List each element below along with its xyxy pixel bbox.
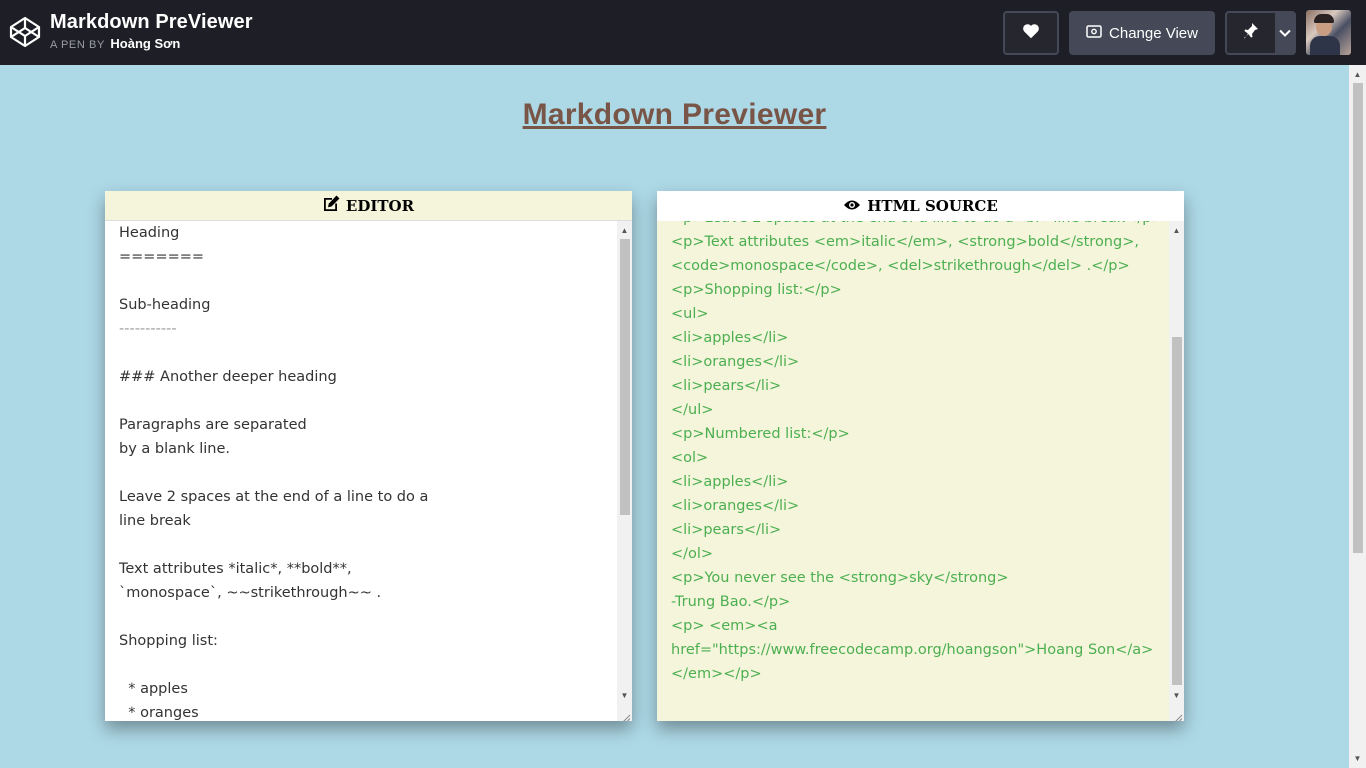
text-line: * oranges <box>119 705 199 721</box>
editor-scroll-thumb[interactable] <box>620 239 630 515</box>
byline-prefix: A PEN BY <box>50 39 105 51</box>
text-line: <li>oranges</li> <box>671 498 800 514</box>
codepen-logo-icon[interactable] <box>9 16 41 48</box>
text-line: * apples <box>119 681 188 697</box>
text-line: <p>You never see the <strong>sky</strong… <box>671 570 1009 586</box>
page-scrollbar[interactable]: ▲ ▼ <box>1349 65 1366 768</box>
text-line: ### Another deeper heading <box>119 369 337 385</box>
text-line: by a blank line. <box>119 441 230 457</box>
text-line: line break <box>119 513 191 529</box>
scroll-down-arrow-icon[interactable]: ▼ <box>617 688 632 703</box>
chevron-down-icon <box>1278 24 1291 42</box>
text-line: Shopping list: <box>119 633 218 649</box>
change-view-button[interactable]: Change View <box>1069 11 1215 55</box>
preview-scroll-thumb[interactable] <box>1172 337 1182 685</box>
preview-textarea[interactable]: <p>Leave 2 spaces at the end of a line t… <box>657 221 1184 721</box>
preview-panel: HTML SOURCE <p>Leave 2 spaces at the end… <box>657 191 1184 721</box>
text-line: </ol> <box>671 546 714 562</box>
scroll-down-arrow-icon[interactable]: ▼ <box>1169 688 1184 703</box>
text-line <box>119 653 612 677</box>
avatar[interactable] <box>1306 10 1351 55</box>
author-link[interactable]: Hoàng Sơn <box>110 36 180 51</box>
editor-textarea[interactable]: Heading ======= Sub-heading ----------- ### … <box>105 221 632 721</box>
heart-icon <box>1022 23 1040 44</box>
page-title: Markdown Previewer <box>522 98 827 131</box>
editor-header: EDITOR <box>105 191 632 221</box>
text-line <box>119 605 612 629</box>
text-line: </em></p> <box>671 666 762 682</box>
pin-dropdown-button[interactable] <box>1275 13 1294 53</box>
text-line: <li>apples</li> <box>671 474 789 490</box>
text-line: <p>Numbered list:</p> <box>671 426 850 442</box>
text-line: Paragraphs are separated <box>119 417 307 433</box>
text-line: <li>oranges</li> <box>671 354 800 370</box>
preview-header: HTML SOURCE <box>657 191 1184 221</box>
text-line: Leave 2 spaces at the end of a line to d… <box>119 489 429 505</box>
text-line: href="https://www.freecodecamp.org/hoang… <box>671 642 1154 658</box>
pin-button-group <box>1225 11 1296 55</box>
scroll-down-arrow-icon[interactable]: ▼ <box>1349 751 1366 766</box>
edit-icon <box>323 191 340 221</box>
text-line: <li>pears</li> <box>671 378 782 394</box>
text-line: Heading <box>119 225 180 241</box>
pin-button[interactable] <box>1227 13 1275 53</box>
preview-text: <p>Leave 2 spaces at the end of a line t… <box>671 221 1164 686</box>
text-line: Text attributes *italic*, **bold**, <box>119 561 352 577</box>
text-line: ======= <box>119 249 205 265</box>
app-title: Markdown PreViewer <box>50 11 253 33</box>
preview-header-label: HTML SOURCE <box>867 197 998 215</box>
pin-icon <box>1243 22 1259 45</box>
heart-button[interactable] <box>1003 11 1059 55</box>
text-line: <p>Text attributes <em>italic</em>, <str… <box>671 234 1139 250</box>
text-line <box>119 341 612 365</box>
text-line: </ul> <box>671 402 714 418</box>
text-line: <li>pears</li> <box>671 522 782 538</box>
codepen-header: Markdown PreViewer A PEN BY Hoàng Sơn Ch… <box>0 0 1366 65</box>
scroll-up-arrow-icon[interactable]: ▲ <box>1349 67 1366 82</box>
editor-scrollbar[interactable]: ▲ ▼ <box>617 221 632 721</box>
text-line <box>119 533 612 557</box>
text-line <box>119 389 612 413</box>
text-line <box>119 461 612 485</box>
text-line: ----------- <box>119 321 177 337</box>
editor-panel: EDITOR Heading ======= Sub-heading --------… <box>105 191 632 721</box>
change-view-icon <box>1086 24 1102 42</box>
text-line: <p>Leave 2 spaces at the end of a line t… <box>671 221 1164 230</box>
text-line: -Trung Bao.</p> <box>671 594 791 610</box>
scroll-up-arrow-icon[interactable]: ▲ <box>1169 223 1184 238</box>
text-line: <li>apples</li> <box>671 330 789 346</box>
text-line <box>119 269 612 293</box>
scroll-up-arrow-icon[interactable]: ▲ <box>617 223 632 238</box>
byline: A PEN BY Hoàng Sơn <box>50 36 180 51</box>
resize-handle-icon[interactable] <box>1173 710 1183 721</box>
eye-icon <box>843 191 861 221</box>
editor-text: Heading ======= Sub-heading ----------- ### … <box>119 221 612 721</box>
page-scroll-thumb[interactable] <box>1353 83 1363 553</box>
change-view-label: Change View <box>1109 24 1198 42</box>
text-line: <ul> <box>671 306 709 322</box>
text-line: <p> <em><a <box>671 618 778 634</box>
preview-scrollbar[interactable]: ▲ ▼ <box>1169 221 1184 721</box>
text-line: <code>monospace</code>, <del>strikethrou… <box>671 258 1130 274</box>
text-line: Sub-heading <box>119 297 211 313</box>
resize-handle-icon[interactable] <box>621 710 631 721</box>
editor-header-label: EDITOR <box>345 196 415 215</box>
text-line: `monospace`, ~~strikethrough~~ . <box>119 585 382 601</box>
text-line: <ol> <box>671 450 709 466</box>
text-line: <p>Shopping list:</p> <box>671 282 842 298</box>
